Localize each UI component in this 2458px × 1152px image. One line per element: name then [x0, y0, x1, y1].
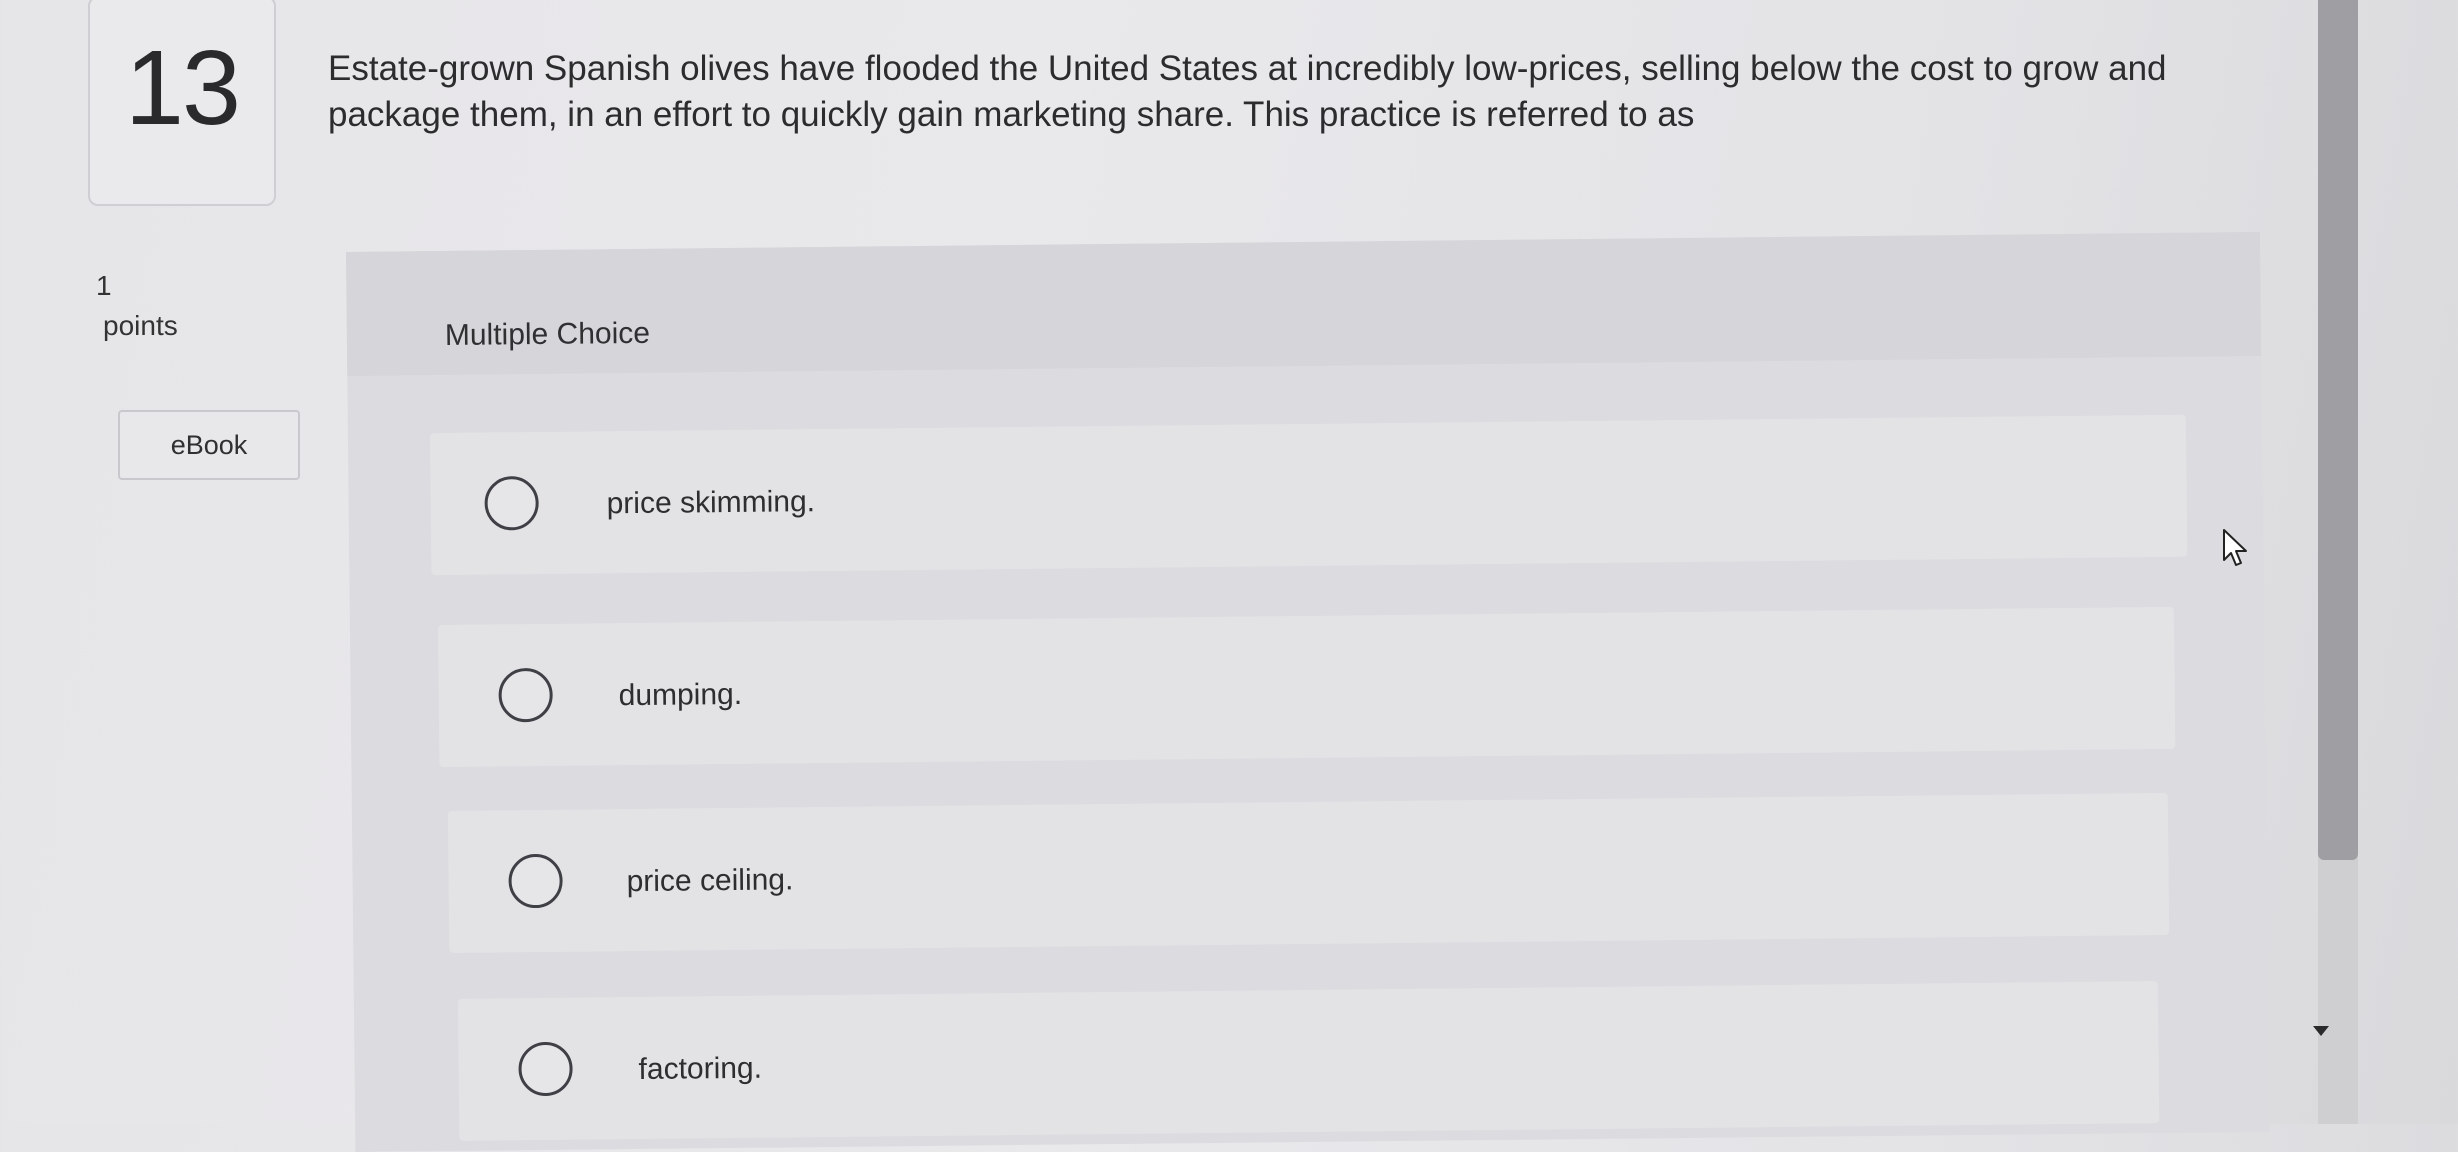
points-value: 1	[96, 270, 112, 301]
question-number: 13	[125, 29, 241, 147]
multiple-choice-panel: Multiple Choice price skimming. dumping.…	[346, 231, 2270, 1152]
choice-label: factoring.	[638, 1051, 763, 1086]
multiple-choice-header: Multiple Choice	[346, 231, 2262, 376]
arrow-pointer-icon	[2223, 529, 2247, 566]
choice-option-2[interactable]: dumping.	[437, 606, 2176, 768]
scrollbar-thumb[interactable]	[2318, 0, 2358, 860]
choice-option-4[interactable]: factoring.	[457, 981, 2160, 1141]
ebook-button[interactable]: eBook	[118, 410, 300, 480]
radio-button[interactable]	[518, 1041, 573, 1097]
choice-option-1[interactable]: price skimming.	[429, 414, 2188, 576]
radio-button[interactable]	[484, 475, 539, 531]
question-number-box: 13	[88, 0, 276, 206]
question-text: Estate-grown Spanish olives have flooded…	[328, 49, 2167, 134]
radio-button[interactable]	[498, 667, 553, 723]
choice-label: price ceiling.	[626, 863, 794, 899]
points-label: points	[103, 310, 178, 341]
choice-label: dumping.	[618, 677, 743, 713]
triangle-down-icon[interactable]	[2313, 1026, 2329, 1036]
radio-button[interactable]	[508, 853, 563, 909]
choice-option-3[interactable]: price ceiling.	[447, 792, 2170, 953]
choice-label: price skimming.	[606, 485, 816, 521]
multiple-choice-title: Multiple Choice	[444, 316, 651, 352]
scrollbar-track[interactable]	[2318, 0, 2358, 1124]
